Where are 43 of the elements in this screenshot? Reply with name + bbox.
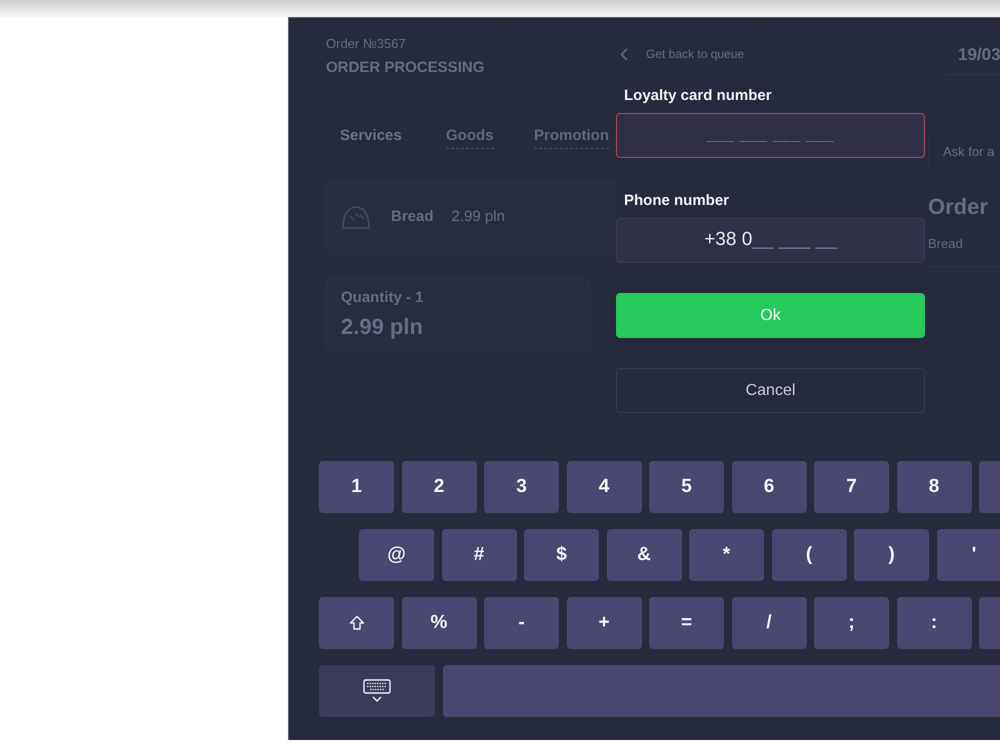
keyboard-key[interactable]: 1 bbox=[319, 461, 394, 513]
bread-icon bbox=[341, 204, 371, 232]
quantity-label: Quantity - 1 bbox=[341, 288, 425, 308]
keyboard-key[interactable]: + bbox=[566, 597, 642, 649]
shift-key[interactable] bbox=[319, 597, 394, 649]
keyboard-key[interactable]: 5 bbox=[649, 461, 724, 513]
keyboard-key[interactable]: & bbox=[606, 529, 682, 581]
page-title: ORDER PROCESSING bbox=[326, 59, 486, 77]
keyboard-key[interactable]: 6 bbox=[732, 461, 806, 513]
keyboard-key[interactable]: 4 bbox=[566, 461, 642, 513]
product-price: 2.99 pln bbox=[452, 207, 505, 228]
keyboard-key[interactable]: 7 bbox=[814, 461, 889, 513]
keyboard-key[interactable]: - bbox=[484, 597, 559, 649]
space-key[interactable] bbox=[442, 665, 1000, 717]
keyboard-key[interactable]: : bbox=[896, 597, 972, 649]
keyboard-key[interactable]: 8 bbox=[896, 461, 972, 513]
text-input-field[interactable]: +38 0__ ___ __ bbox=[616, 218, 925, 263]
keyboard-key[interactable]: $ bbox=[524, 529, 599, 581]
keyboard-key[interactable]: * bbox=[689, 529, 764, 581]
keyboard-key[interactable]: @ bbox=[359, 529, 434, 581]
order-item: Bread bbox=[928, 236, 964, 252]
product-name: Bread bbox=[391, 207, 434, 228]
keyboard-key[interactable]: ) bbox=[854, 529, 929, 581]
keyboard-key[interactable]: ( bbox=[772, 529, 846, 581]
keyboard-key[interactable]: ; bbox=[814, 597, 889, 649]
shift-arrow-icon bbox=[348, 615, 364, 631]
hide-keyboard-key[interactable] bbox=[319, 665, 435, 717]
order-heading: Order bbox=[928, 194, 989, 220]
keyboard-key[interactable]: % bbox=[402, 597, 476, 649]
cancel-button[interactable]: Cancel bbox=[616, 368, 925, 413]
keyboard-key[interactable]: ' bbox=[936, 529, 1000, 581]
keyboard-key[interactable]: 3 bbox=[484, 461, 559, 513]
date-box: 19/03 bbox=[945, 36, 1000, 75]
field-label: Phone number bbox=[623, 192, 730, 210]
keyboard-key[interactable]: / bbox=[732, 597, 806, 649]
keyboard-key[interactable]: = bbox=[649, 597, 724, 649]
order-number: Order №3567 bbox=[326, 36, 407, 52]
keyboard-key[interactable]: # bbox=[442, 529, 516, 581]
quantity-total: 2.99 pln bbox=[341, 314, 424, 340]
hide-keyboard-icon bbox=[363, 679, 391, 703]
chevron-left-icon bbox=[620, 48, 628, 60]
keyboard-key[interactable]: 2 bbox=[402, 461, 476, 513]
field-label: Loyalty card number bbox=[623, 87, 773, 105]
